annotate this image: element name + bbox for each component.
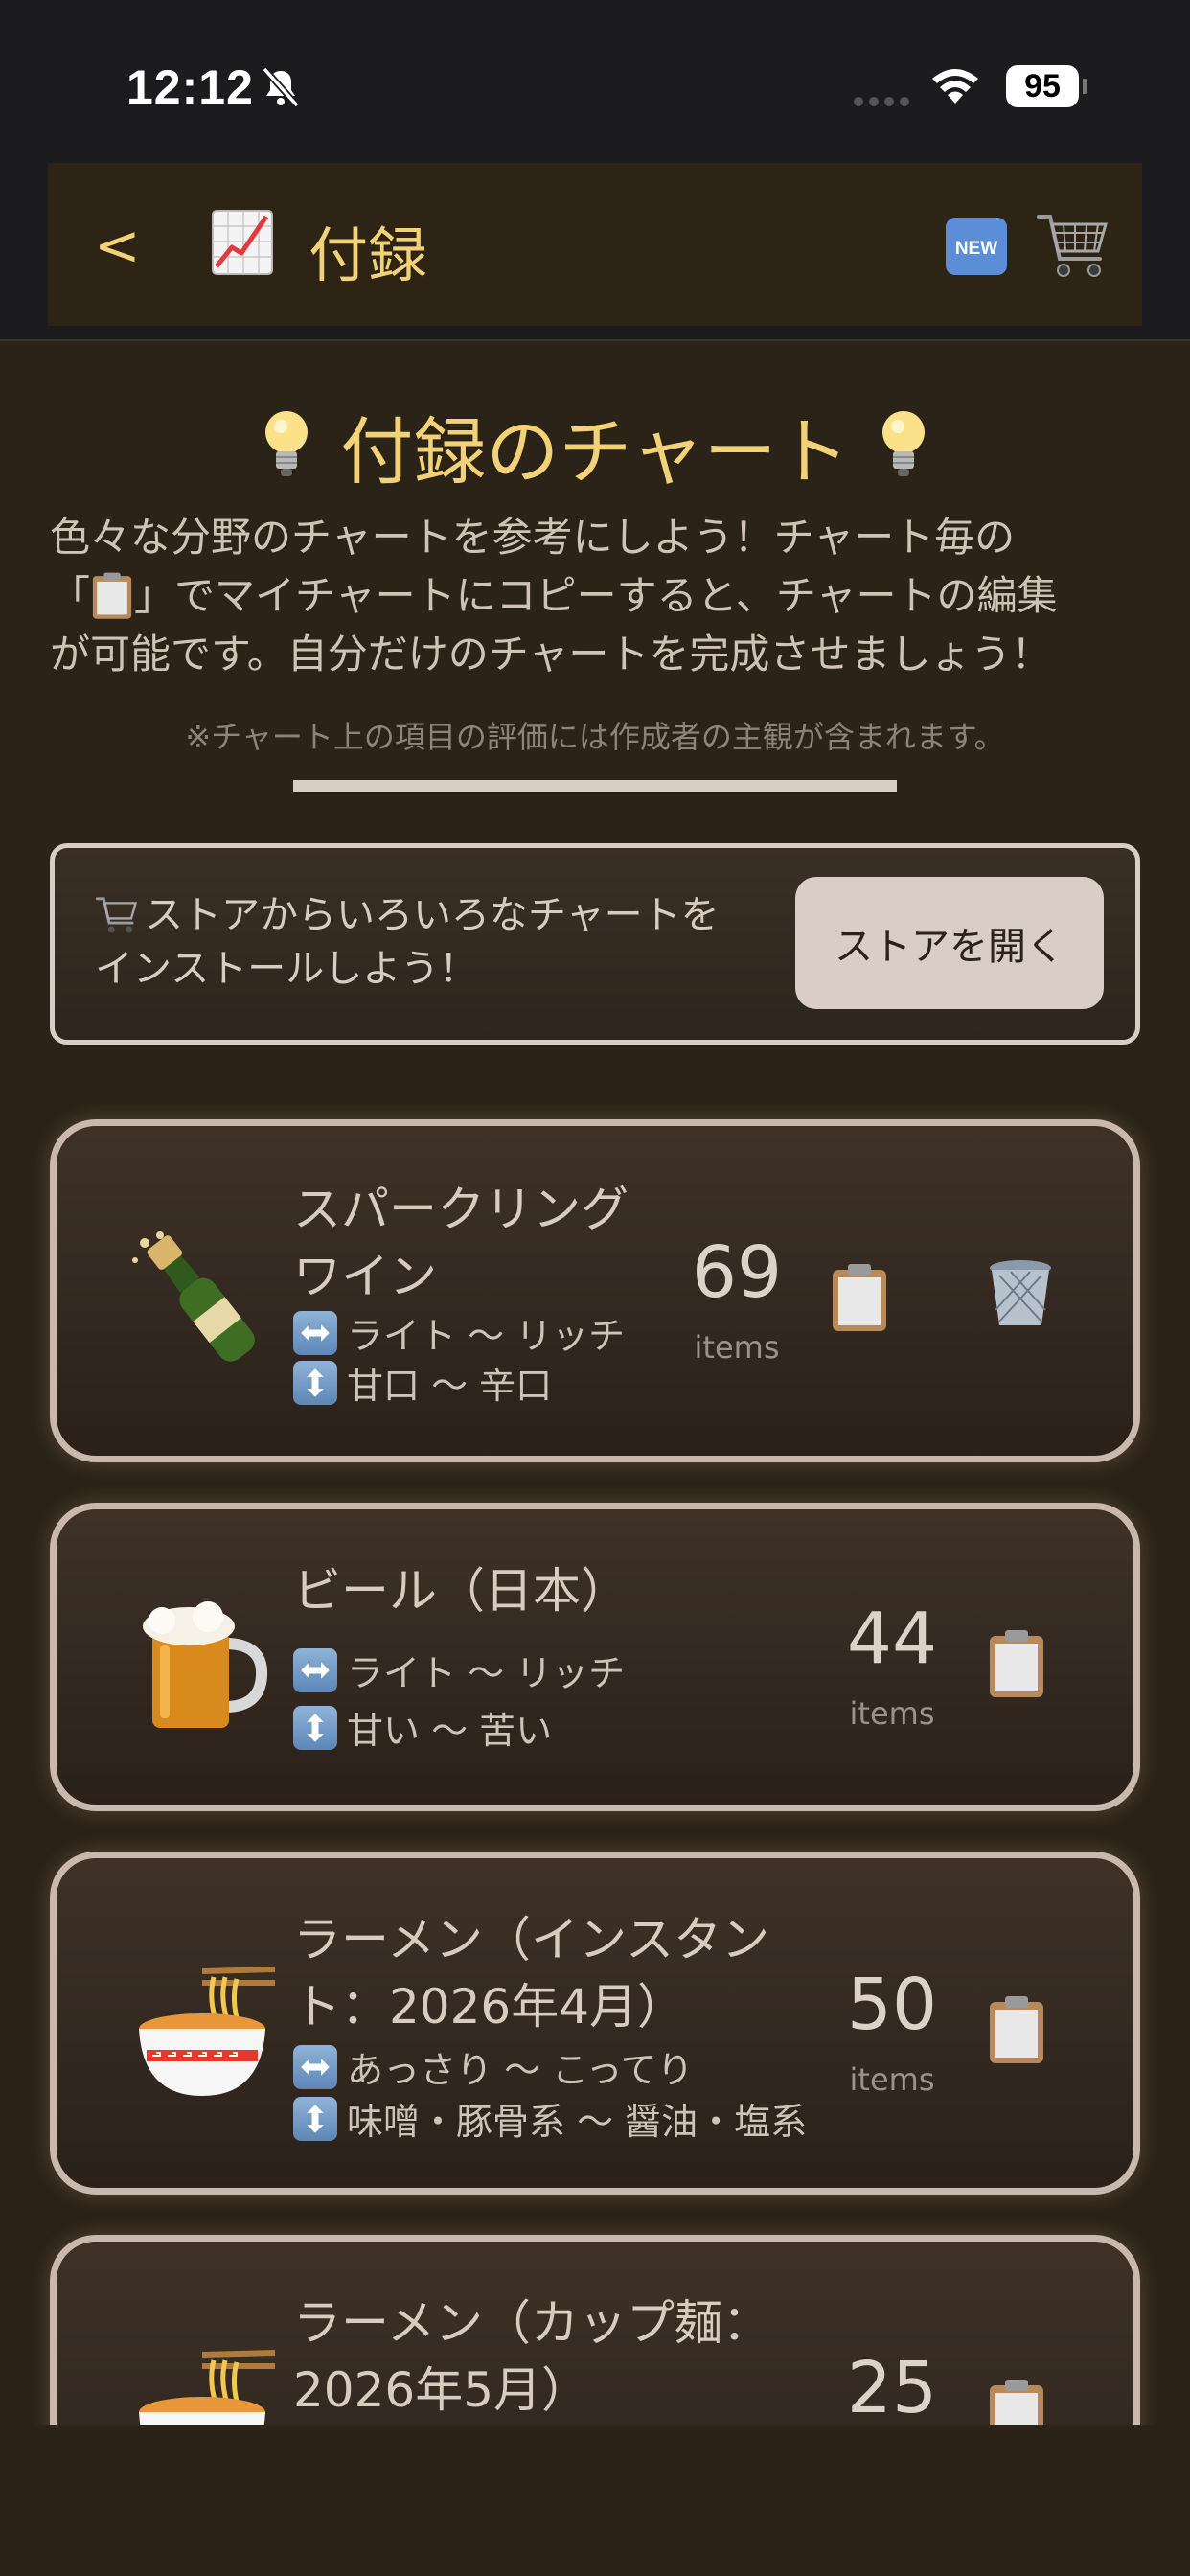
horizontal-axis-row: ライト 〜 リッチ — [293, 1644, 625, 1696]
store-banner: ストアからいろいろなチャートを インストールしよう！ ストアを開く — [50, 843, 1140, 1045]
store-banner-text: ストアからいろいろなチャートを インストールしよう！ — [95, 888, 766, 996]
store-text-1: ストアからいろいろなチャートを — [145, 893, 720, 937]
item-count-unit: items — [849, 1695, 935, 1732]
store-text-line: ストアからいろいろなチャートを — [95, 888, 766, 942]
axis-h-label: あっさり 〜 こってり — [347, 2049, 694, 2091]
navigation-bar: < 付録 NEW — [48, 163, 1142, 326]
card-title: ビール（日本） — [293, 1557, 629, 1624]
heading-text: 付録のチャート — [340, 409, 850, 494]
intro-text-rest: 」でマイチャートにコピーすると、チャートの編集 — [134, 572, 1058, 619]
up-down-arrow-icon — [293, 1705, 337, 1750]
axis-h-label: ライト 〜 リッチ — [347, 1652, 626, 1694]
chart-card[interactable]: スパークリング ワイン ライト 〜 リッチ 甘口 〜 辛口 69 items — [50, 1119, 1140, 1462]
vertical-axis-row: 味噌・豚骨系 〜 醤油・塩系 — [293, 2092, 807, 2145]
left-right-arrow-icon — [293, 1647, 337, 1692]
chart-increasing-icon — [212, 210, 273, 275]
item-count-unit: items — [694, 1329, 780, 1366]
item-count: 69 — [691, 1231, 783, 1314]
intro-line: 色々な分野のチャートを参考にしよう！チャート毎の — [50, 514, 1016, 561]
chart-card[interactable]: ビール（日本） ライト 〜 リッチ 甘い 〜 苦い 44 items — [50, 1503, 1140, 1811]
chart-card[interactable]: ラーメン（カップ麺： 2026年5月） 25 — [50, 2235, 1140, 2425]
card-title-line: 2026年5月） — [293, 2362, 590, 2418]
card-title-line: ト：2026年4月） — [293, 1979, 686, 2035]
horizontal-axis-row: ライト 〜 リッチ — [293, 1306, 625, 1359]
trash-icon[interactable] — [986, 1258, 1055, 1329]
item-count: 44 — [846, 1598, 938, 1680]
back-button[interactable]: < — [94, 213, 141, 278]
cart-icon[interactable] — [1035, 209, 1111, 282]
up-down-arrow-icon — [293, 2096, 337, 2141]
section-heading: 付録のチャート — [0, 393, 1190, 498]
card-title-line: スパークリング — [293, 1182, 629, 1237]
battery-nub — [1083, 79, 1087, 94]
clipboard-icon — [92, 572, 132, 619]
cart-icon — [95, 897, 138, 933]
chart-card[interactable]: ラーメン（インスタン ト：2026年4月） あっさり 〜 こってり 味噌・豚骨系… — [50, 1852, 1140, 2195]
new-badge-icon[interactable]: NEW — [945, 217, 1008, 276]
beer-mug-icon — [143, 1601, 268, 1728]
vertical-axis-row: 甘口 〜 辛口 — [293, 1356, 552, 1409]
intro-line: 「 」でマイチャートにコピーすると、チャートの編集 — [50, 566, 1142, 625]
page-title: 付録 — [309, 220, 428, 290]
axis-h-label: ライト 〜 リッチ — [347, 1315, 626, 1357]
clipboard-icon[interactable] — [986, 2378, 1047, 2425]
card-title-line: ラーメン（カップ麺： — [293, 2295, 770, 2351]
divider — [293, 780, 897, 792]
store-text-2: インストールしよう！ — [95, 947, 478, 991]
battery-indicator: 95 — [1006, 65, 1079, 107]
card-title-line: ワイン — [293, 1249, 437, 1304]
ramen-bowl-icon — [139, 1966, 276, 2096]
item-count: 50 — [846, 1964, 938, 2046]
card-title-line: ラーメン（インスタン — [293, 1912, 769, 1967]
horizontal-axis-row: あっさり 〜 こってり — [293, 2040, 694, 2093]
card-title: ラーメン（インスタン ト：2026年4月） — [293, 1906, 769, 2040]
card-clip-region: ラーメン（カップ麺： 2026年5月） 25 — [0, 2204, 1190, 2425]
status-time: 12:12 — [126, 60, 254, 114]
item-count: 25 — [846, 2347, 938, 2425]
disclaimer-note: ※チャート上の項目の評価には作成者の主観が含まれます。 — [185, 719, 1005, 755]
wifi-icon — [932, 69, 978, 104]
clipboard-icon[interactable] — [986, 1994, 1047, 2065]
intro-bracket: 「 — [50, 572, 91, 619]
bell-slash-icon — [262, 66, 300, 108]
light-bulb-icon — [265, 411, 309, 476]
clipboard-icon[interactable] — [829, 1262, 890, 1333]
card-title: ラーメン（カップ麺： 2026年5月） — [293, 2289, 770, 2424]
ramen-bowl-icon — [139, 2350, 276, 2425]
axis-v-label: 甘い 〜 苦い — [347, 1710, 553, 1752]
champagne-bottle-icon — [132, 1231, 255, 1362]
up-down-arrow-icon — [293, 1360, 337, 1405]
card-title-line: ビール（日本） — [293, 1563, 629, 1619]
light-bulb-icon — [881, 411, 925, 476]
card-title: スパークリング ワイン — [293, 1176, 629, 1310]
cellular-signal-icon — [854, 97, 909, 106]
open-store-button[interactable]: ストアを開く — [795, 877, 1104, 1009]
axis-v-label: 味噌・豚骨系 〜 醤油・塩系 — [347, 2101, 808, 2143]
intro-text: 色々な分野のチャートを参考にしよう！チャート毎の 「 」でマイチャートにコピーす… — [50, 508, 1142, 683]
left-right-arrow-icon — [293, 1310, 337, 1355]
item-count-unit: items — [849, 2061, 935, 2098]
left-right-arrow-icon — [293, 2044, 337, 2089]
clipboard-icon[interactable] — [986, 1628, 1047, 1699]
axis-v-label: 甘口 〜 辛口 — [347, 1365, 553, 1407]
vertical-axis-row: 甘い 〜 苦い — [293, 1701, 552, 1754]
svg-text:NEW: NEW — [955, 239, 997, 259]
intro-line: が可能です。自分だけのチャートを完成させましょう！ — [50, 631, 1052, 678]
status-bar: 12:12 95 — [0, 0, 1190, 161]
